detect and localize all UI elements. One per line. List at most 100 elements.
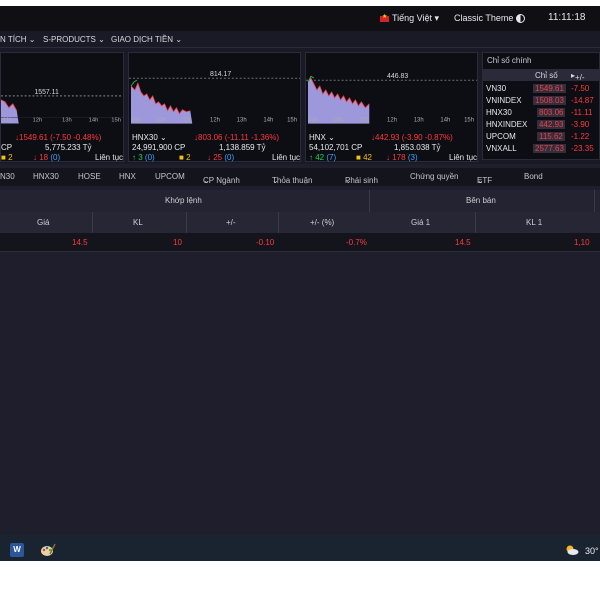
col-kl[interactable]: KL — [133, 218, 143, 227]
volume-label: CP — [1, 143, 13, 152]
svg-text:09h: 09h — [308, 118, 318, 124]
tab-hose[interactable]: HOSE — [78, 172, 101, 181]
value-traded: 1,853.038 Tỷ — [394, 143, 441, 152]
reference-value-label: 446.83 — [387, 73, 408, 80]
intraday-chart: 446.83 09h 10h 11h 12h 13h 14h 15h — [306, 73, 477, 124]
nav-item-s-products[interactable]: S-PRODUCTS ⌄ — [43, 35, 105, 44]
cell-change-pct: -0.7% — [346, 238, 367, 247]
theme-toggle-icon[interactable] — [516, 14, 525, 23]
main-nav: N TÍCH ⌄ S-PRODUCTS ⌄ GIAO DỊCH TIỀN ⌄ — [0, 31, 600, 48]
index-name[interactable]: HNX ⌄ — [309, 133, 335, 142]
table-group-header: Khớp lệnh Bên bán — [0, 190, 600, 212]
top-bar: Tiếng Việt ▾ Classic Theme 11:11:18 — [0, 6, 600, 31]
table-column-header: Giá KL +/- +/- (%) Giá 1 KL 1 — [0, 212, 600, 233]
svg-text:13h: 13h — [414, 118, 424, 124]
language-label: Tiếng Việt — [392, 13, 433, 23]
chevron-down-icon: ⌄ — [160, 133, 167, 142]
reference-value-label: 1557.11 — [34, 89, 59, 96]
index-row[interactable]: HNX30 803.06 -11.11 — [483, 107, 600, 119]
chevron-down-icon: ⌄ — [328, 133, 335, 142]
col-change-pct[interactable]: +/- (%) — [310, 218, 334, 227]
intraday-chart: 814.17 09h 10h 11h 12h 13h 14h 15h — [129, 71, 300, 124]
index-row[interactable]: VNINDEX 1508.03 -14.87 — [483, 95, 600, 107]
indices-header: Chỉ số ▸ +/- — [483, 69, 600, 82]
svg-text:11h: 11h — [182, 118, 191, 124]
paint-icon[interactable] — [40, 542, 56, 558]
weather-sun-cloud-icon[interactable] — [565, 545, 579, 555]
index-row[interactable]: VNXALL 2577.63 -23.35 — [483, 143, 600, 155]
svg-text:11h: 11h — [359, 118, 368, 124]
value-traded: 5,775.233 Tỷ — [45, 143, 92, 152]
svg-text:12h: 12h — [32, 117, 42, 123]
cell-kl-1: 1,10 — [574, 238, 590, 247]
svg-text:12h: 12h — [387, 118, 397, 124]
chart-panel-vn30[interactable]: 1557.11 11h 12h 13h 14h 15h ↓1549.61 (-7… — [0, 52, 124, 162]
chevron-down-icon: ⌄ — [345, 176, 352, 185]
index-row[interactable]: VN30 1549.61 -7.50 — [483, 83, 600, 95]
nav-item-phan-tich[interactable]: N TÍCH ⌄ — [0, 35, 35, 44]
tab-hnx30[interactable]: HNX30 — [33, 172, 59, 181]
svg-text:14h: 14h — [89, 117, 99, 123]
group-ben-ban: Bên bán — [466, 196, 496, 205]
svg-text:15h: 15h — [464, 118, 474, 124]
market-status: Liên tục — [95, 153, 124, 162]
group-khop-lenh: Khớp lệnh — [165, 196, 202, 205]
svg-text:10h: 10h — [156, 118, 166, 124]
chevron-down-icon: ⌄ — [26, 35, 36, 44]
tab-chung-quyen[interactable]: Chứng quyền — [410, 172, 459, 181]
toggle-change-header[interactable]: ▸ +/- — [571, 71, 585, 82]
col-change[interactable]: +/- — [226, 218, 236, 227]
clock: 11:11:18 — [548, 12, 586, 23]
up-count: ↑ 3 (0) — [132, 153, 155, 162]
ref-count: ■ 2 — [179, 153, 191, 162]
col-gia[interactable]: Giá — [37, 218, 49, 227]
chevron-down-icon: ⌄ — [173, 35, 183, 44]
chevron-down-icon: ▾ — [432, 13, 440, 23]
svg-text:11h: 11h — [3, 117, 12, 123]
col-kl-1[interactable]: KL 1 — [526, 218, 542, 227]
word-icon[interactable]: W — [10, 543, 24, 557]
reference-value-label: 814.17 — [210, 71, 231, 78]
svg-text:14h: 14h — [263, 118, 273, 124]
index-change: ↓803.06 (-11.11 -1.36%) — [194, 133, 280, 142]
svg-text:15h: 15h — [287, 118, 297, 124]
panel-info: HNX30 ⌄ ↓803.06 (-11.11 -1.36%) 24,991,9… — [129, 133, 300, 165]
index-name[interactable]: HNX30 ⌄ — [132, 133, 167, 142]
cell-kl: 10 — [173, 238, 182, 247]
index-row[interactable]: UPCOM 115.62 -1.22 — [483, 131, 600, 143]
cell-gia: 14.5 — [72, 238, 88, 247]
chart-panel-hnx30[interactable]: 814.17 09h 10h 11h 12h 13h 14h 15h HNX30… — [128, 52, 301, 162]
index-change: ↓1549.61 (-7.50 -0.48%) — [15, 133, 102, 142]
tab-upcom[interactable]: UPCOM — [155, 172, 185, 181]
language-selector[interactable]: Tiếng Việt ▾ — [380, 13, 439, 24]
down-count: ↓ 18 (0) — [33, 153, 61, 162]
down-count: ↓ 178 (3) — [386, 153, 418, 162]
svg-text:15h: 15h — [111, 117, 121, 123]
panel-info: HNX ⌄ ↓442.93 (-3.90 -0.87%) 54,102,701 … — [306, 133, 477, 165]
nav-item-giao-dich-tien[interactable]: GIAO DỊCH TIỀN ⌄ — [111, 35, 182, 44]
ref-count: ■ 42 — [356, 153, 372, 162]
index-change: ↓442.93 (-3.90 -0.87%) — [371, 133, 453, 142]
volume: 24,991,900 CP — [132, 143, 186, 152]
tab-vn30[interactable]: N30 — [0, 172, 15, 181]
table-row[interactable]: 14.5 10 -0.10 -0.7% 14.5 1,10 — [0, 233, 600, 252]
index-row[interactable]: HNXINDEX 442.93 -3.90 — [483, 119, 600, 131]
board-tabs: N30 HNX30 HOSE HNX UPCOM CP Ngành ⌄ Thỏa… — [0, 168, 600, 186]
chart-panel-hnx[interactable]: 446.83 09h 10h 11h 12h 13h 14h 15h HNX ⌄… — [305, 52, 478, 162]
down-count: ↓ 25 (0) — [207, 153, 235, 162]
volume: 54,102,701 CP — [309, 143, 363, 152]
tab-bond[interactable]: Bond — [524, 172, 543, 181]
theme-label[interactable]: Classic Theme — [454, 13, 513, 23]
col-gia-1[interactable]: Giá 1 — [411, 218, 430, 227]
tab-hnx[interactable]: HNX — [119, 172, 136, 181]
app-window: Tiếng Việt ▾ Classic Theme 11:11:18 N TÍ… — [0, 6, 600, 561]
svg-text:10h: 10h — [333, 118, 343, 124]
chevron-down-icon: ⌄ — [272, 176, 279, 185]
svg-text:12h: 12h — [210, 118, 220, 124]
cell-change: -0.10 — [256, 238, 275, 247]
temperature[interactable]: 30° — [585, 546, 599, 556]
cell-gia-1: 14.5 — [455, 238, 471, 247]
ref-count: ■ 2 — [1, 153, 13, 162]
main-indices-table: Chỉ số chính Chỉ số ▸ +/- VN30 1549.61 -7… — [482, 52, 600, 160]
vietnam-flag-icon — [380, 13, 389, 22]
